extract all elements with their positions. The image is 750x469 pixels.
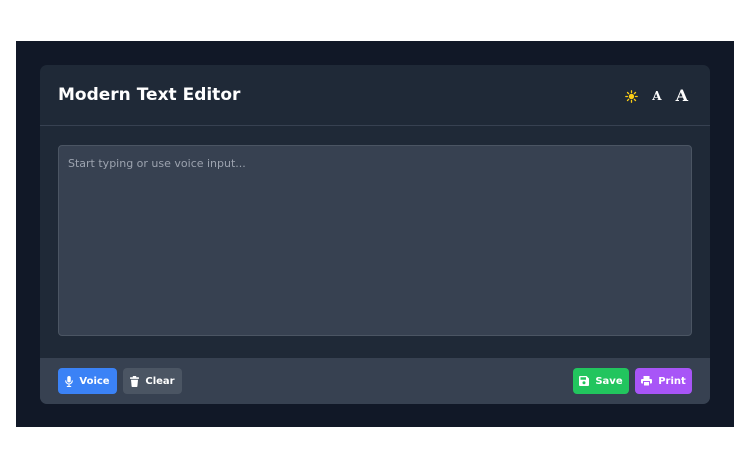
print-button-label: Print (658, 375, 686, 387)
editor-header: Modern Text Editor A A (40, 65, 710, 126)
header-tools: A A (625, 84, 688, 108)
print-button[interactable]: Print (635, 368, 692, 394)
sun-icon (625, 89, 639, 103)
save-button[interactable]: Save (573, 368, 629, 394)
text-editor-area[interactable] (58, 145, 692, 336)
increase-font-size-button[interactable]: A (676, 88, 688, 104)
trash-icon (130, 375, 140, 387)
clear-button-label: Clear (145, 375, 175, 387)
editor-toolbar: Voice Clear Save Print (40, 358, 710, 404)
microphone-icon (65, 375, 74, 387)
editor-card: Modern Text Editor A A Start typing or u… (40, 65, 710, 404)
printer-icon (641, 376, 653, 386)
clear-button[interactable]: Clear (123, 368, 182, 394)
voice-button-label: Voice (79, 375, 110, 387)
page-title: Modern Text Editor (58, 85, 241, 105)
save-button-label: Save (595, 375, 623, 387)
floppy-disk-icon (579, 376, 590, 386)
decrease-font-size-button[interactable]: A (652, 90, 661, 102)
voice-button[interactable]: Voice (58, 368, 117, 394)
app-background: Modern Text Editor A A Start typing or u… (16, 41, 734, 427)
theme-toggle-button[interactable] (625, 89, 639, 103)
